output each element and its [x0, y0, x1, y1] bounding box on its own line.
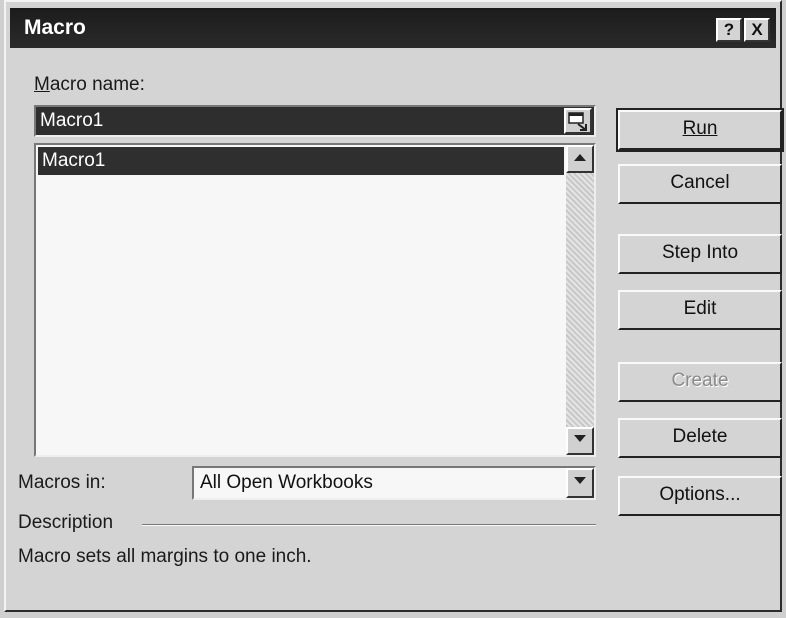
collapse-dialog-icon [568, 112, 587, 131]
macro-list[interactable]: Macro1 [34, 143, 596, 457]
macro-name-input[interactable] [40, 109, 560, 133]
scroll-up-button[interactable] [566, 145, 594, 173]
close-button[interactable]: X [744, 18, 770, 42]
description-divider [142, 524, 596, 526]
scroll-down-button[interactable] [566, 427, 594, 455]
scroll-down-arrow-icon [574, 435, 586, 442]
macros-in-label: Macros in: [18, 472, 106, 493]
macros-in-value: All Open Workbooks [200, 472, 373, 493]
help-button[interactable]: ? [716, 18, 742, 42]
scroll-up-arrow-icon [574, 154, 586, 161]
delete-button[interactable]: Delete [618, 418, 782, 458]
run-button-label: Run [682, 118, 718, 139]
description-label: Description [18, 512, 114, 533]
description-text: Macro sets all margins to one inch. [18, 546, 312, 567]
macro-name-label: Macro name: [34, 74, 145, 95]
run-button[interactable]: Run [616, 108, 784, 152]
edit-button[interactable]: Edit [618, 290, 782, 330]
list-scrollbar[interactable] [566, 145, 594, 455]
macros-in-select[interactable]: All Open Workbooks [192, 466, 596, 500]
macro-dialog: Macro ? X Macro name: Macro1 Run Cancel [4, 0, 784, 612]
dropdown-arrow-icon [574, 477, 586, 484]
create-button[interactable]: Create [618, 362, 782, 402]
macro-name-field[interactable] [34, 105, 596, 137]
macros-in-dropdown-button[interactable] [566, 468, 594, 498]
cancel-button[interactable]: Cancel [618, 164, 782, 204]
step-into-button[interactable]: Step Into [618, 234, 782, 274]
title-bar[interactable]: Macro ? X [10, 8, 776, 48]
options-button[interactable]: Options... [618, 476, 782, 516]
collapse-dialog-button[interactable] [564, 108, 592, 134]
window-title: Macro [24, 16, 86, 39]
macro-list-item[interactable]: Macro1 [38, 147, 564, 175]
macro-name-label-rest: acro name: [49, 74, 145, 95]
